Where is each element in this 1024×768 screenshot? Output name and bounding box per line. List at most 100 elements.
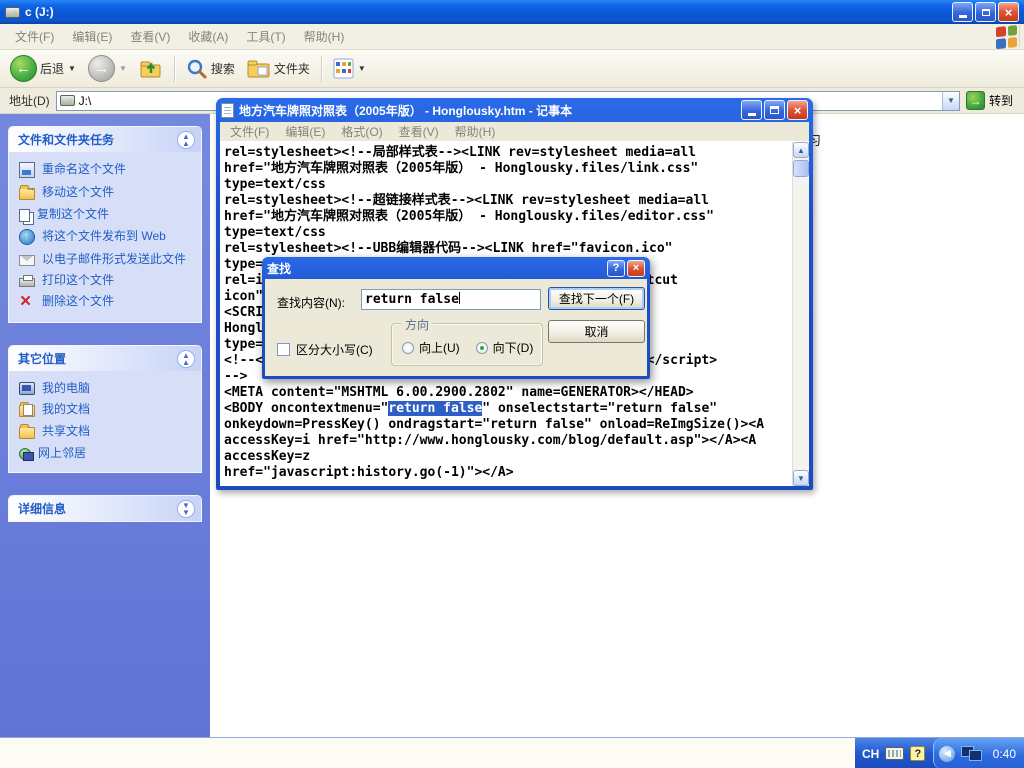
find-what-value: return false bbox=[365, 292, 459, 307]
sidebar-item-delete-this-file[interactable]: 删除这个文件 bbox=[19, 294, 195, 310]
direction-down-radio[interactable]: 向下(D) bbox=[476, 339, 534, 356]
explorer-menu-tools[interactable]: 工具(T) bbox=[237, 24, 294, 49]
sidebar-item-label: 共享文档 bbox=[42, 424, 90, 438]
sidebar-item-publish-this-file-to-web[interactable]: 将这个文件发布到 Web bbox=[19, 229, 195, 245]
find-dialog-title: 查找 bbox=[267, 260, 291, 277]
close-icon: × bbox=[1005, 5, 1013, 20]
find-next-button[interactable]: 查找下一个(F) bbox=[548, 287, 645, 310]
code-line: <META content="MSHTML 6.00.2900.2802" na… bbox=[224, 385, 792, 401]
cancel-button[interactable]: 取消 bbox=[548, 320, 645, 343]
explorer-menu-items: 文件(F)编辑(E)查看(V)收藏(A)工具(T)帮助(H) bbox=[6, 24, 353, 49]
expand-chevron-icon[interactable]: ▼▼ bbox=[177, 500, 195, 518]
close-button[interactable]: × bbox=[998, 2, 1019, 22]
minimize-button[interactable] bbox=[741, 100, 762, 120]
scrollbar-thumb[interactable] bbox=[793, 160, 809, 177]
code-line: href="地方汽车牌照对照表（2005年版） - Honglousky.fil… bbox=[224, 161, 792, 177]
explorer-menu-view[interactable]: 查看(V) bbox=[121, 24, 179, 49]
clock[interactable]: 0:40 bbox=[993, 747, 1024, 761]
desktop-screen: c (J:) × 文件(F)编辑(E)查看(V)收藏(A)工具(T)帮助(H) … bbox=[0, 0, 1024, 768]
sidebar-item-my-computer[interactable]: 我的电脑 bbox=[19, 381, 195, 395]
find-dialog-titlebar[interactable]: 查找 ? × bbox=[265, 257, 647, 279]
direction-up-radio[interactable]: 向上(U) bbox=[402, 339, 460, 356]
file-tasks-header[interactable]: 文件和文件夹任务 ▲▲ bbox=[9, 127, 201, 152]
sidebar-item-copy-this-file[interactable]: 复制这个文件 bbox=[19, 207, 195, 222]
minimize-button[interactable] bbox=[952, 2, 973, 22]
address-dropdown-button[interactable]: ▼ bbox=[942, 92, 959, 110]
sidebar-item-label: 删除这个文件 bbox=[42, 294, 114, 308]
sidebar-item-print-this-file[interactable]: 打印这个文件 bbox=[19, 273, 195, 287]
notepad-menu-edit[interactable]: 编辑(E) bbox=[277, 120, 333, 143]
close-button[interactable]: × bbox=[787, 100, 808, 120]
minimize-icon bbox=[959, 15, 967, 18]
ime-help-icon[interactable]: ? bbox=[910, 746, 925, 761]
explorer-menu-help[interactable]: 帮助(H) bbox=[295, 24, 354, 49]
drive-icon bbox=[5, 7, 20, 18]
explorer-menu-favorites[interactable]: 收藏(A) bbox=[179, 24, 237, 49]
notepad-vertical-scrollbar[interactable]: ▲ ▼ bbox=[792, 142, 809, 486]
sidebar-item-label: 我的文档 bbox=[42, 402, 90, 416]
code-line: type=text/css bbox=[224, 177, 792, 193]
notepad-menu-format[interactable]: 格式(O) bbox=[333, 120, 390, 143]
up-button[interactable] bbox=[135, 53, 167, 85]
forward-button[interactable]: → ▼ bbox=[84, 53, 131, 85]
direction-label: 方向 bbox=[401, 316, 433, 333]
sidebar-item-my-documents[interactable]: 我的文档 bbox=[19, 402, 195, 417]
sidebar-item-email-this-file[interactable]: 以电子邮件形式发送此文件 bbox=[19, 252, 195, 266]
network-icon[interactable] bbox=[961, 746, 982, 761]
forward-dropdown-icon[interactable]: ▼ bbox=[119, 64, 127, 73]
go-button[interactable]: → 转到 bbox=[960, 91, 1021, 110]
restore-button[interactable] bbox=[975, 2, 996, 22]
scroll-down-icon[interactable]: ▼ bbox=[793, 470, 809, 486]
back-button[interactable]: ← 后退 ▼ bbox=[6, 53, 80, 85]
search-icon bbox=[186, 58, 208, 80]
restore-icon bbox=[982, 9, 990, 16]
find-what-input[interactable]: return false bbox=[361, 289, 541, 310]
match-case-label: 区分大小写(C) bbox=[296, 341, 373, 358]
tray-chevron-icon[interactable]: ◀ bbox=[939, 746, 955, 762]
collapse-chevron-icon[interactable]: ▲▲ bbox=[177, 131, 195, 149]
sidebar-item-label: 复制这个文件 bbox=[37, 207, 109, 221]
notepad-menu-view[interactable]: 查看(V) bbox=[391, 120, 447, 143]
notepad-menu-file[interactable]: 文件(F) bbox=[222, 120, 277, 143]
close-button[interactable]: × bbox=[627, 260, 645, 277]
other-places-header[interactable]: 其它位置 ▲▲ bbox=[9, 346, 201, 371]
views-dropdown-icon[interactable]: ▼ bbox=[358, 64, 366, 73]
collapse-chevron-icon[interactable]: ▲▲ bbox=[177, 350, 195, 368]
keyboard-icon[interactable] bbox=[885, 747, 904, 760]
language-indicator[interactable]: CH bbox=[862, 747, 879, 761]
views-button[interactable]: ▼ bbox=[329, 53, 370, 85]
close-icon: × bbox=[633, 262, 639, 274]
notepad-titlebar[interactable]: 地方汽车牌照对照表（2005年版） - Honglousky.htm - 记事本… bbox=[220, 98, 809, 122]
back-dropdown-icon[interactable]: ▼ bbox=[68, 64, 76, 73]
folders-icon bbox=[247, 59, 271, 79]
back-icon: ← bbox=[10, 55, 37, 82]
forward-icon: → bbox=[88, 55, 115, 82]
folders-button[interactable]: 文件夹 bbox=[243, 53, 314, 85]
move-this-file-icon bbox=[19, 188, 35, 200]
match-case-checkbox[interactable]: 区分大小写(C) bbox=[277, 341, 373, 358]
help-button[interactable]: ? bbox=[607, 260, 625, 277]
code-line: accessKey=i href="http://www.honglousky.… bbox=[224, 433, 792, 449]
network-places-icon bbox=[19, 448, 31, 460]
explorer-task-pane: 文件和文件夹任务 ▲▲ 重命名这个文件移动这个文件复制这个文件将这个文件发布到 … bbox=[0, 114, 210, 737]
scroll-up-icon[interactable]: ▲ bbox=[793, 142, 809, 158]
sidebar-item-shared-documents[interactable]: 共享文档 bbox=[19, 424, 195, 439]
go-label: 转到 bbox=[989, 92, 1013, 109]
address-label: 地址(D) bbox=[3, 92, 56, 109]
radio-icon bbox=[402, 342, 414, 354]
code-line: <BODY oncontextmenu="return false" onsel… bbox=[224, 401, 792, 417]
explorer-menu-file[interactable]: 文件(F) bbox=[6, 24, 63, 49]
details-header[interactable]: 详细信息 ▼▼ bbox=[9, 496, 201, 521]
search-button[interactable]: 搜索 bbox=[182, 53, 239, 85]
code-line: rel=stylesheet><!--超链接样式表--><LINK rev=st… bbox=[224, 193, 792, 209]
notepad-menu-help[interactable]: 帮助(H) bbox=[447, 120, 504, 143]
notepad-document-icon bbox=[221, 103, 234, 118]
direction-down-label: 向下(D) bbox=[493, 339, 534, 356]
sidebar-item-rename-this-file[interactable]: 重命名这个文件 bbox=[19, 162, 195, 178]
sidebar-item-move-this-file[interactable]: 移动这个文件 bbox=[19, 185, 195, 200]
maximize-button[interactable] bbox=[764, 100, 785, 120]
sidebar-item-network-places[interactable]: 网上邻居 bbox=[19, 446, 195, 460]
other-places-panel: 其它位置 ▲▲ 我的电脑我的文档共享文档网上邻居 bbox=[8, 345, 202, 473]
explorer-menu-edit[interactable]: 编辑(E) bbox=[63, 24, 121, 49]
direction-up-label: 向上(U) bbox=[419, 339, 460, 356]
